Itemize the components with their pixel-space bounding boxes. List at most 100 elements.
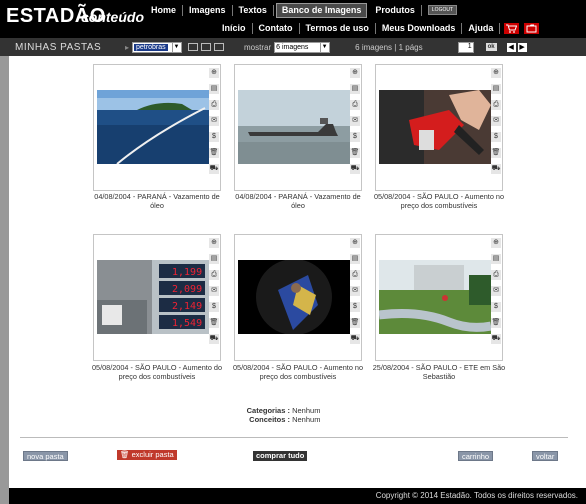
page-input[interactable]: 1: [457, 41, 474, 53]
trash-icon[interactable]: 🗑: [209, 318, 219, 328]
results-info: 6 imagens | 1 págs: [355, 42, 423, 52]
left-border: [0, 488, 9, 504]
nav-produtos[interactable]: Produtos: [369, 4, 422, 16]
grid-view-icon[interactable]: [188, 43, 199, 51]
folder-toolbar: MINHAS PASTAS ▸ petrobras ▼ mostrar 6 im…: [0, 38, 586, 56]
trash-icon[interactable]: 🗑: [350, 318, 360, 328]
document-icon[interactable]: ▤: [491, 254, 501, 264]
price-icon[interactable]: $: [491, 132, 501, 142]
image-caption: 04/08/2004 - PARANÁ - Vazamento de óleo: [94, 192, 220, 210]
document-icon[interactable]: ▤: [209, 254, 219, 264]
detail-view-icon[interactable]: [214, 43, 225, 51]
nav-contato[interactable]: Contato: [253, 23, 300, 34]
print-icon[interactable]: ⎙: [350, 100, 360, 110]
prev-page-icon[interactable]: ◀: [506, 42, 516, 52]
copyright-text: Copyright © 2014 Estadão. Todos os direi…: [375, 491, 578, 500]
primary-nav: Home Imagens Textos Banco de Imagens Pro…: [145, 2, 458, 18]
trash-icon[interactable]: 🗑: [491, 148, 501, 158]
cart-icon[interactable]: ⛟: [350, 334, 360, 344]
price-icon[interactable]: $: [491, 302, 501, 312]
email-icon[interactable]: ✉: [350, 286, 360, 296]
thumbnail-image[interactable]: [238, 260, 350, 334]
cart-icon[interactable]: ⛟: [491, 164, 501, 174]
zoom-icon[interactable]: ⊕: [350, 238, 360, 248]
next-page-icon[interactable]: ▶: [517, 42, 527, 52]
folder-select[interactable]: petrobras ▼: [132, 41, 183, 53]
thumbnail-image[interactable]: [379, 260, 491, 334]
quantity-select[interactable]: 6 imagens ▼: [274, 41, 331, 53]
zoom-icon[interactable]: ⊕: [350, 68, 360, 78]
list-view-icon[interactable]: [201, 43, 212, 51]
print-icon[interactable]: ⎙: [350, 270, 360, 280]
pump-price-4: 1,549: [172, 318, 202, 329]
print-icon[interactable]: ⎙: [491, 100, 501, 110]
image-card: 1,199 2,099 2,149 1,549 ⊕ ▤ ⎙ ✉ $ 🗑 ⛟: [93, 234, 221, 361]
price-icon[interactable]: $: [209, 302, 219, 312]
site-footer: Copyright © 2014 Estadão. Todos os direi…: [0, 488, 586, 504]
cart-icon[interactable]: [504, 23, 520, 34]
cart-icon[interactable]: ⛟: [209, 164, 219, 174]
site-logo-sub: conteúdo: [81, 9, 144, 25]
document-icon[interactable]: ▤: [491, 84, 501, 94]
cart-icon[interactable]: ⛟: [209, 334, 219, 344]
nav-ajuda[interactable]: Ajuda: [462, 23, 501, 34]
thumbnail-image[interactable]: [379, 90, 491, 164]
zoom-icon[interactable]: ⊕: [209, 68, 219, 78]
thumbnail-image[interactable]: 1,199 2,099 2,149 1,549: [97, 260, 209, 334]
thumbnail-image[interactable]: [97, 90, 209, 164]
cart-icon[interactable]: ⛟: [491, 334, 501, 344]
price-icon[interactable]: $: [209, 132, 219, 142]
buy-all-button[interactable]: comprar tudo: [253, 451, 308, 461]
zoom-icon[interactable]: ⊕: [491, 68, 501, 78]
nav-home[interactable]: Home: [145, 4, 184, 16]
email-icon[interactable]: ✉: [350, 116, 360, 126]
chevron-down-icon: ▼: [320, 42, 328, 52]
email-icon[interactable]: ✉: [491, 286, 501, 296]
delete-folder-button[interactable]: 🗑 excluir pasta: [117, 450, 177, 460]
categories-value: Nenhum: [292, 406, 321, 415]
quantity-select-value: 6 imagens: [276, 43, 309, 51]
document-icon[interactable]: ▤: [350, 84, 360, 94]
image-card: ⊕ ▤ ⎙ ✉ $ 🗑 ⛟: [93, 64, 221, 191]
back-button[interactable]: voltar: [532, 451, 559, 461]
nav-meus-downloads[interactable]: Meus Downloads: [376, 23, 463, 34]
arrow-icon: ▸: [125, 42, 130, 52]
email-icon[interactable]: ✉: [209, 116, 219, 126]
categories-label: Categorias :: [246, 406, 290, 415]
print-icon[interactable]: ⎙: [209, 100, 219, 110]
thumbnail-image[interactable]: [238, 90, 350, 164]
print-icon[interactable]: ⎙: [491, 270, 501, 280]
document-icon[interactable]: ▤: [209, 84, 219, 94]
print-icon[interactable]: ⎙: [209, 270, 219, 280]
image-caption: 05/08/2004 - SÃO PAULO - Aumento no preç…: [232, 363, 364, 381]
trash-icon[interactable]: 🗑: [209, 148, 219, 158]
zoom-icon[interactable]: ⊕: [209, 238, 219, 248]
folder-select-value: petrobras: [134, 43, 168, 51]
trash-icon[interactable]: 🗑: [491, 318, 501, 328]
ok-button[interactable]: ok: [485, 43, 497, 51]
email-icon[interactable]: ✉: [209, 286, 219, 296]
logout-button[interactable]: LOGOUT: [427, 5, 458, 15]
folder-icon[interactable]: [524, 23, 540, 34]
nav-termos[interactable]: Termos de uso: [300, 23, 376, 34]
email-icon[interactable]: ✉: [491, 116, 501, 126]
card-actions: ⊕ ▤ ⎙ ✉ $ 🗑 ⛟: [491, 68, 501, 174]
image-card: ⊕ ▤ ⎙ ✉ $ 🗑 ⛟: [375, 64, 503, 191]
zoom-icon[interactable]: ⊕: [491, 238, 501, 248]
document-icon[interactable]: ▤: [350, 254, 360, 264]
trash-icon[interactable]: 🗑: [350, 148, 360, 158]
image-card: ⊕ ▤ ⎙ ✉ $ 🗑 ⛟: [234, 234, 362, 361]
cart-button[interactable]: carrinho: [458, 451, 494, 461]
nav-inicio[interactable]: Início: [216, 23, 253, 34]
cart-icon[interactable]: ⛟: [350, 164, 360, 174]
nav-imagens[interactable]: Imagens: [183, 4, 233, 16]
new-folder-button[interactable]: nova pasta: [23, 451, 68, 461]
price-icon[interactable]: $: [350, 302, 360, 312]
price-icon[interactable]: $: [350, 132, 360, 142]
pump-price-3: 2,149: [172, 301, 202, 312]
nav-textos[interactable]: Textos: [233, 4, 274, 16]
card-actions: ⊕ ▤ ⎙ ✉ $ 🗑 ⛟: [209, 238, 219, 344]
view-mode-group: [188, 43, 225, 51]
nav-banco-de-imagens[interactable]: Banco de Imagens: [275, 2, 368, 18]
image-caption: 05/08/2004 - SÃO PAULO - Aumento no preç…: [373, 192, 505, 210]
